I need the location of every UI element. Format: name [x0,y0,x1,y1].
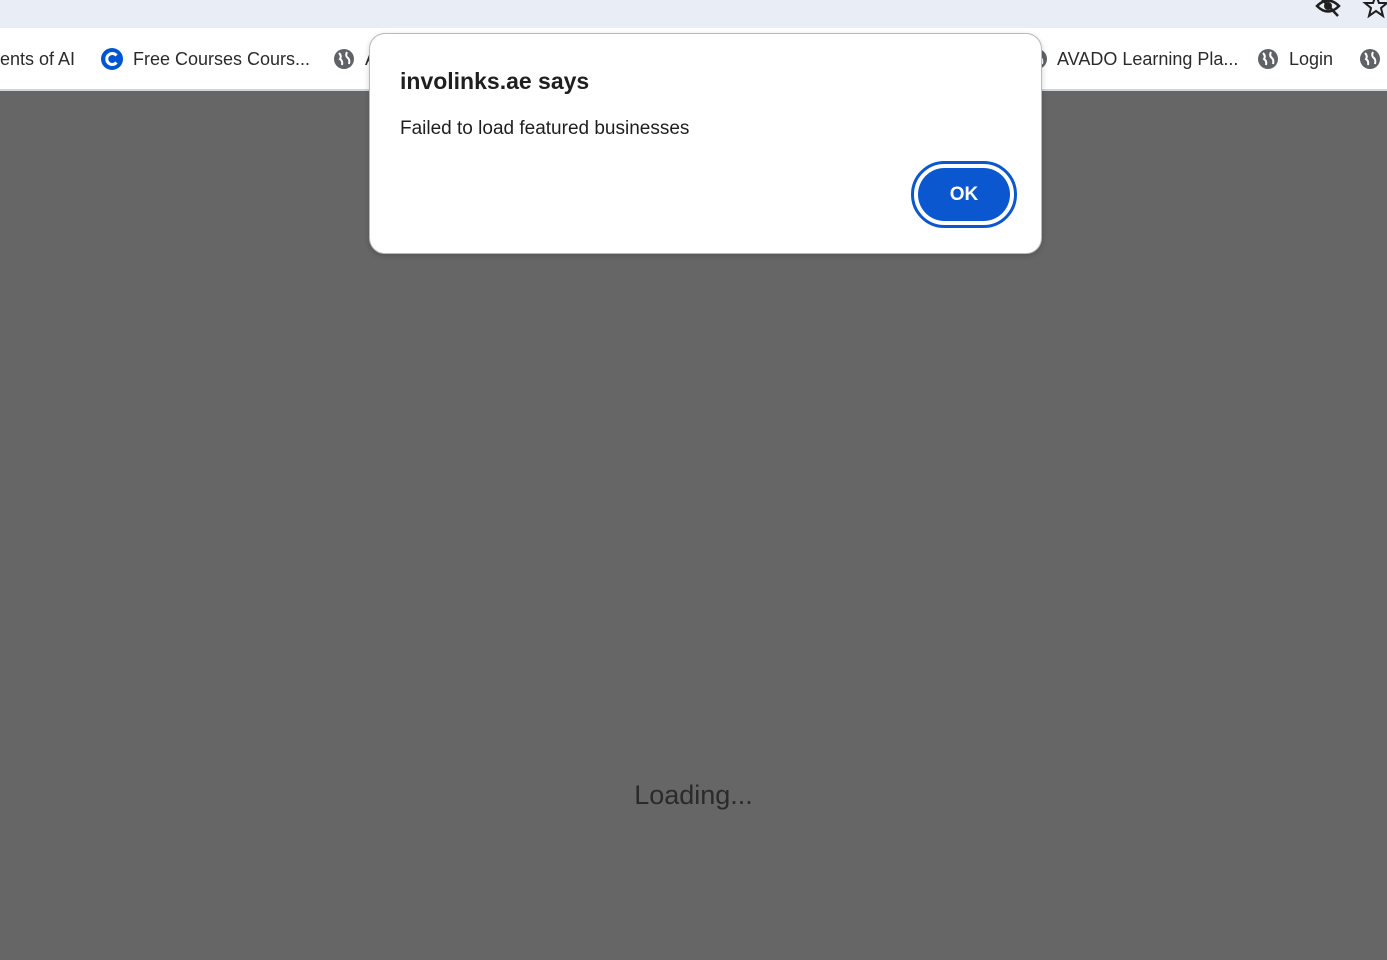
globe-icon [1257,48,1279,70]
bookmark-free-courses[interactable]: Free Courses Cours... [101,46,310,72]
browser-toolbar [0,0,1387,28]
bookmark-label: Login [1289,48,1334,69]
bookmark-label: AVADO Learning Pla... [1057,48,1239,69]
loading-text: Loading... [634,780,753,810]
bookmark-avado[interactable]: AVADO Learning Pla... [1026,46,1238,72]
bookmark-login[interactable]: Login [1257,46,1333,72]
bookmark-label: Free Courses Cours... [133,48,311,69]
dialog-message: Failed to load featured businesses [400,118,690,139]
dialog-title: involinks.ae says [400,68,590,94]
bookmark-globe[interactable] [1359,46,1387,72]
globe-icon [1359,48,1381,70]
coursera-c-icon [101,48,123,70]
star-icon[interactable] [1362,0,1387,20]
bookmark-ents-of-ai[interactable]: ents of AI [0,46,75,72]
ok-button-focus-ring: OK [911,161,1017,228]
globe-icon [333,48,355,70]
eye-slash-icon[interactable] [1314,0,1342,20]
bookmark-label: ents of AI [0,48,76,69]
alert-dialog: involinks.ae says Failed to load feature… [369,33,1042,254]
ok-button[interactable]: OK [918,168,1010,221]
